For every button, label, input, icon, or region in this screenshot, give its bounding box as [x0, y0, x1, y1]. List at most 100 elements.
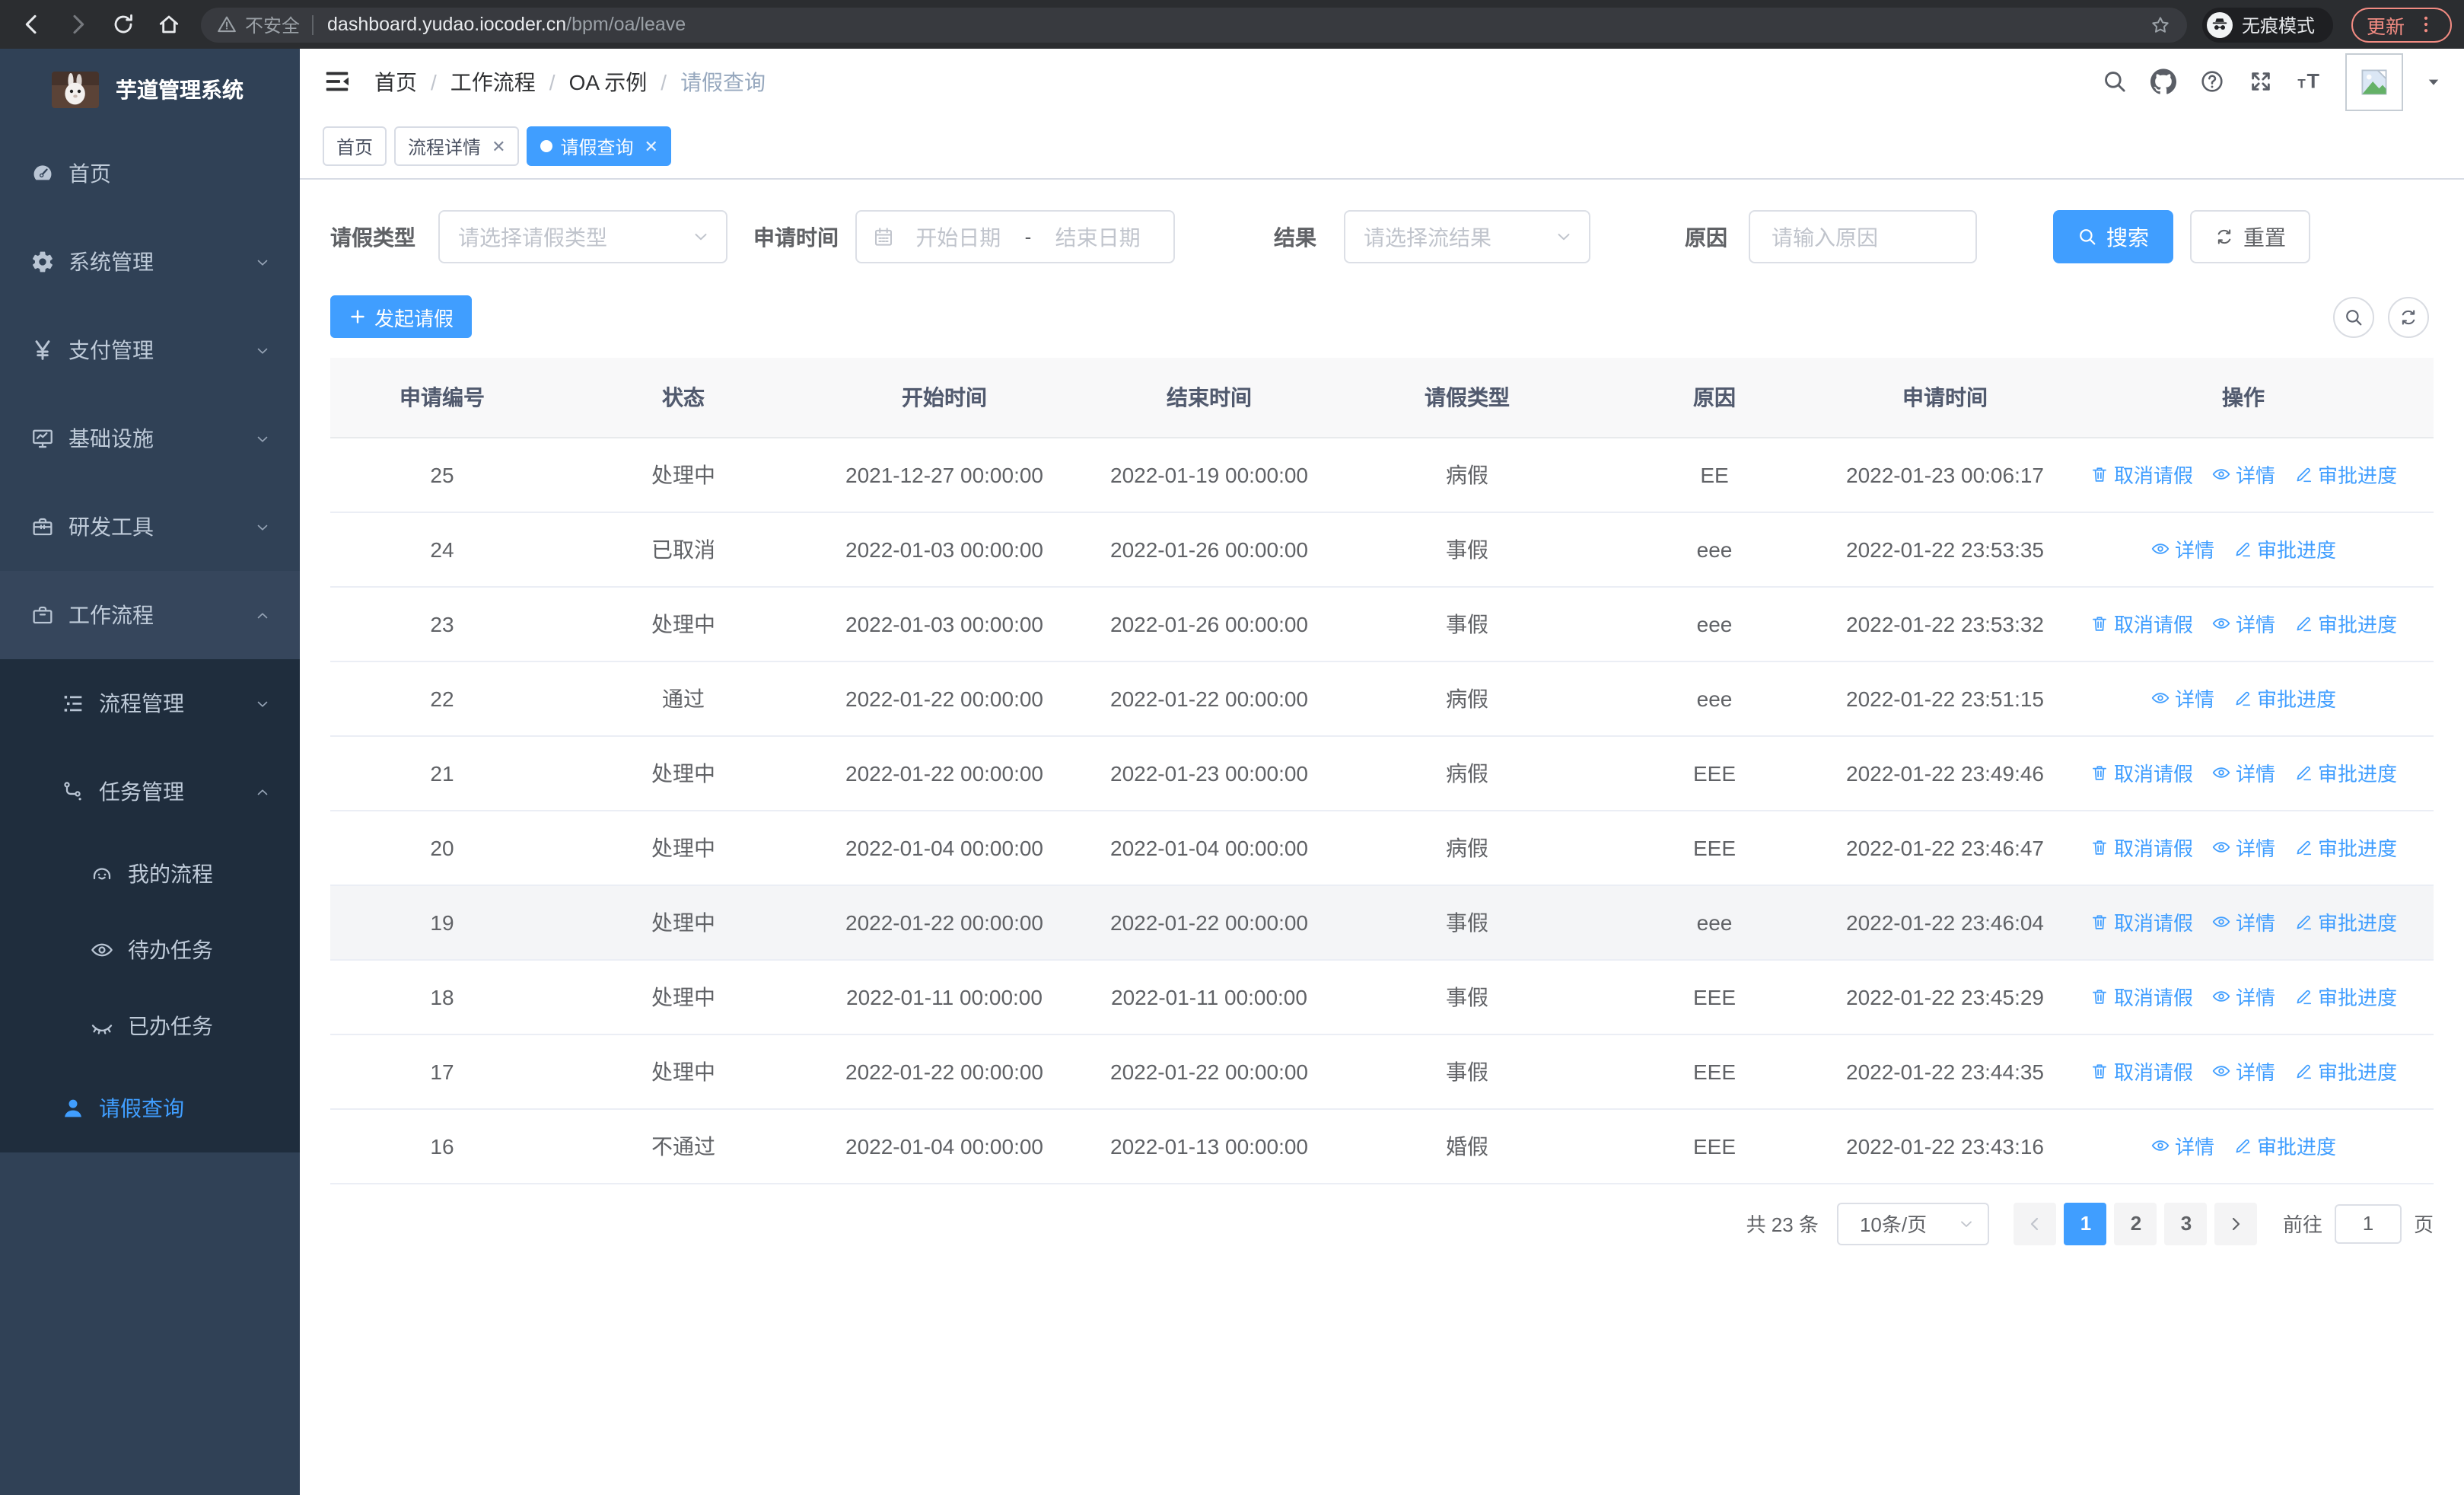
- detail-link[interactable]: 详情: [2211, 907, 2275, 936]
- apply-time-range-picker[interactable]: 开始日期 - 结束日期: [855, 210, 1175, 263]
- progress-link[interactable]: 审批进度: [2294, 1057, 2397, 1085]
- avatar[interactable]: [2345, 53, 2403, 110]
- sidebar-logo-row[interactable]: 芋道管理系统: [0, 49, 300, 129]
- sidebar-item-label: 工作流程: [68, 603, 154, 627]
- reason-input[interactable]: [1768, 223, 1957, 250]
- avatar-caret-icon[interactable]: [2426, 74, 2441, 89]
- tab-流程详情[interactable]: 流程详情 ✕: [394, 126, 520, 166]
- date-start-placeholder[interactable]: 开始日期: [898, 222, 1019, 252]
- sidebar-item-process-management[interactable]: 流程管理: [0, 659, 300, 748]
- toggle-search-button[interactable]: [2333, 296, 2374, 337]
- cancel-link[interactable]: 取消请假: [2090, 758, 2193, 787]
- page-button-1[interactable]: 1: [2064, 1202, 2107, 1245]
- cancel-link[interactable]: 取消请假: [2090, 907, 2193, 936]
- sidebar-item-my-process[interactable]: 我的流程: [0, 836, 300, 912]
- tab-首页[interactable]: 首页: [323, 126, 387, 166]
- date-end-placeholder[interactable]: 结束日期: [1037, 222, 1158, 252]
- sidebar-collapse-button[interactable]: [323, 67, 352, 96]
- detail-link[interactable]: 详情: [2150, 684, 2214, 712]
- detail-link[interactable]: 详情: [2211, 460, 2275, 489]
- sidebar-item-system-management[interactable]: 系统管理: [0, 218, 300, 306]
- pagination: 共 23 条 10条/页 123 前往 页: [330, 1202, 2434, 1245]
- cell-status: 处理中: [554, 735, 813, 811]
- warning-icon: [216, 14, 237, 35]
- cancel-link[interactable]: 取消请假: [2090, 1057, 2193, 1085]
- incognito-icon: [2206, 11, 2233, 37]
- breadcrumb-item[interactable]: 工作流程: [450, 66, 536, 97]
- cancel-link[interactable]: 取消请假: [2090, 460, 2193, 489]
- browser-reload-button[interactable]: [103, 5, 143, 44]
- sidebar-item-home[interactable]: 首页: [0, 129, 300, 218]
- detail-link[interactable]: 详情: [2211, 833, 2275, 862]
- chevron-down-icon: [254, 342, 271, 359]
- progress-label: 审批进度: [2257, 688, 2337, 711]
- create-leave-button[interactable]: 发起请假: [330, 295, 473, 338]
- cell-start: 2022-01-11 00:00:00: [813, 959, 1076, 1034]
- breadcrumb-item[interactable]: 首页: [374, 66, 417, 97]
- tab-请假查询[interactable]: 请假查询 ✕: [527, 126, 672, 166]
- progress-link[interactable]: 审批进度: [2294, 907, 2397, 936]
- close-icon[interactable]: ✕: [645, 136, 658, 156]
- breadcrumb-item[interactable]: OA 示例: [569, 66, 648, 97]
- browser-menu-icon[interactable]: [2415, 14, 2437, 35]
- progress-link[interactable]: 审批进度: [2294, 609, 2397, 638]
- gear-icon: [30, 250, 55, 274]
- detail-link[interactable]: 详情: [2211, 1057, 2275, 1085]
- browser-back-button[interactable]: [12, 5, 52, 44]
- sidebar-item-workflow[interactable]: 工作流程: [0, 571, 300, 659]
- detail-link[interactable]: 详情: [2150, 534, 2214, 563]
- cancel-link[interactable]: 取消请假: [2090, 833, 2193, 862]
- result-select[interactable]: 请选择流结果: [1344, 210, 1590, 263]
- sidebar-item-task-management[interactable]: 任务管理: [0, 748, 300, 836]
- cell-start: 2022-01-22 00:00:00: [813, 1034, 1076, 1109]
- github-icon[interactable]: [2150, 69, 2176, 94]
- sidebar-item-infrastructure[interactable]: 基础设施: [0, 394, 300, 483]
- progress-link[interactable]: 审批进度: [2294, 833, 2397, 862]
- address-bar[interactable]: 不安全 dashboard.yudao.iocoder.cn/bpm/oa/le…: [201, 7, 2187, 42]
- reset-button[interactable]: 重置: [2190, 210, 2310, 263]
- refresh-table-button[interactable]: [2388, 296, 2429, 337]
- sidebar-item-done-tasks[interactable]: 已办任务: [0, 988, 300, 1064]
- leave-type-select[interactable]: 请选择请假类型: [438, 210, 727, 263]
- table-row: 18 处理中 2022-01-11 00:00:00 2022-01-11 00:00…: [330, 959, 2434, 1034]
- sidebar-item-payment-management[interactable]: 支付管理: [0, 306, 300, 394]
- detail-link[interactable]: 详情: [2211, 982, 2275, 1011]
- font-size-icon[interactable]: TT: [2297, 69, 2322, 94]
- cancel-link[interactable]: 取消请假: [2090, 609, 2193, 638]
- bookmark-star-icon[interactable]: [2149, 13, 2172, 36]
- sidebar-item-todo-tasks[interactable]: 待办任务: [0, 912, 300, 988]
- column-header: 结束时间: [1076, 358, 1342, 438]
- security-chip[interactable]: 不安全: [216, 11, 300, 37]
- progress-link[interactable]: 审批进度: [2233, 684, 2336, 712]
- detail-link[interactable]: 详情: [2211, 758, 2275, 787]
- page-size-select[interactable]: 10条/页: [1836, 1202, 1989, 1245]
- cell-start: 2022-01-22 00:00:00: [813, 885, 1076, 960]
- browser-update-button[interactable]: 更新: [2351, 7, 2452, 42]
- progress-link[interactable]: 审批进度: [2233, 1131, 2336, 1160]
- sidebar-item-leave-query[interactable]: 请假查询: [0, 1064, 300, 1152]
- page-button-3[interactable]: 3: [2164, 1202, 2208, 1245]
- search-icon[interactable]: [2102, 69, 2128, 94]
- refresh-icon: [2399, 307, 2418, 327]
- progress-link[interactable]: 审批进度: [2294, 982, 2397, 1011]
- cell-type: 病假: [1342, 437, 1592, 512]
- help-icon[interactable]: [2199, 69, 2225, 94]
- progress-link[interactable]: 审批进度: [2294, 758, 2397, 787]
- prev-page-button[interactable]: [2014, 1202, 2057, 1245]
- detail-link[interactable]: 详情: [2150, 1131, 2214, 1160]
- browser-forward-button[interactable]: [58, 5, 97, 44]
- sidebar-item-dev-tools[interactable]: 研发工具: [0, 483, 300, 571]
- cancel-link[interactable]: 取消请假: [2090, 982, 2193, 1011]
- page-button-2[interactable]: 2: [2114, 1202, 2157, 1245]
- next-page-button[interactable]: [2214, 1202, 2258, 1245]
- cell-type: 事假: [1342, 959, 1592, 1034]
- progress-link[interactable]: 审批进度: [2233, 534, 2336, 563]
- detail-label: 详情: [2235, 763, 2275, 786]
- goto-page-input[interactable]: [2334, 1203, 2402, 1243]
- close-icon[interactable]: ✕: [492, 136, 505, 156]
- progress-link[interactable]: 审批进度: [2294, 460, 2397, 489]
- search-button[interactable]: 搜索: [2053, 210, 2173, 263]
- detail-link[interactable]: 详情: [2211, 609, 2275, 638]
- browser-home-button[interactable]: [149, 5, 189, 44]
- fullscreen-icon[interactable]: [2248, 69, 2274, 94]
